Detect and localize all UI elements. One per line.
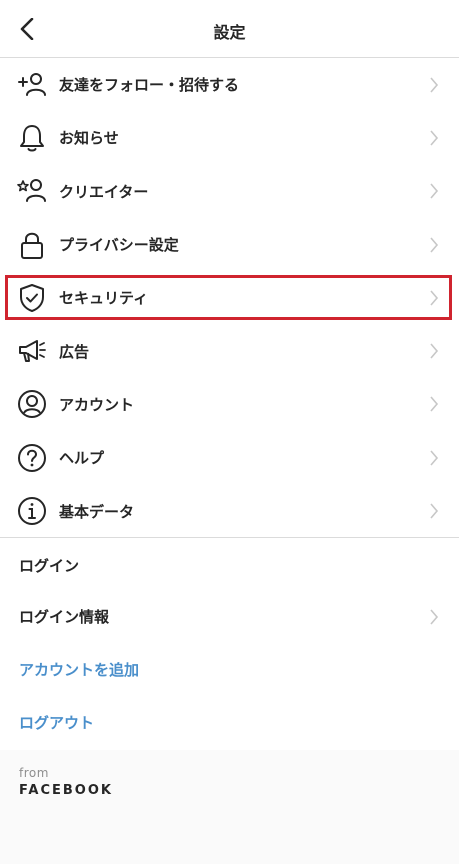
menu-item-label: 友達をフォロー・招待する (59, 76, 240, 95)
login-info-label: ログイン情報 (19, 608, 110, 626)
menu-item-help[interactable]: ヘルプ (0, 431, 459, 484)
menu-item-label: プライバシー設定 (59, 236, 179, 255)
menu-item-label: ヘルプ (59, 449, 105, 468)
login-info-row[interactable]: ログイン情報 (0, 591, 459, 644)
chevron-right-icon (430, 343, 439, 359)
chevron-right-icon (430, 130, 439, 146)
chevron-right-icon (430, 237, 439, 253)
creator-icon (17, 176, 47, 206)
add-account-label: アカウントを追加 (19, 661, 140, 679)
menu-item-label: 広告 (59, 342, 90, 361)
chevron-right-icon (430, 77, 439, 93)
menu-item-privacy[interactable]: プライバシー設定 (0, 218, 459, 271)
chevron-right-icon (430, 290, 439, 306)
chevron-right-icon (430, 503, 439, 519)
chevron-right-icon (430, 609, 439, 625)
chevron-right-icon (430, 396, 439, 412)
footer: from FACEBOOK (0, 750, 459, 864)
menu-item-label: 基本データ (59, 502, 135, 521)
from-label: from (19, 766, 49, 780)
menu-item-label: アカウント (59, 395, 135, 414)
chevron-right-icon (430, 450, 439, 466)
menu-item-security[interactable]: セキュリティ (0, 271, 459, 324)
chevron-right-icon (430, 183, 439, 199)
menu-item-notifications[interactable]: お知らせ (0, 111, 459, 164)
settings-menu: 友達をフォロー・招待する お知らせ クリエイター プライバシー設定 セキュリティ… (0, 58, 459, 538)
logout-label: ログアウト (19, 714, 95, 732)
menu-item-creator[interactable]: クリエイター (0, 165, 459, 218)
section-divider (0, 537, 459, 538)
menu-item-label: セキュリティ (59, 289, 149, 308)
logout-link[interactable]: ログアウト (0, 697, 459, 750)
menu-item-label: お知らせ (59, 129, 119, 148)
menu-item-about[interactable]: 基本データ (0, 484, 459, 537)
add-account-link[interactable]: アカウントを追加 (0, 644, 459, 697)
page-title: 設定 (213, 23, 246, 42)
login-section-header: ログイン (19, 557, 80, 575)
bell-icon (17, 123, 47, 153)
menu-item-ads[interactable]: 広告 (0, 324, 459, 377)
add-person-icon (17, 70, 47, 100)
megaphone-icon (17, 336, 47, 366)
info-icon (17, 496, 47, 526)
menu-item-follow-invite[interactable]: 友達をフォロー・招待する (0, 58, 459, 111)
account-icon (17, 389, 47, 419)
facebook-brand: FACEBOOK (19, 783, 113, 798)
help-icon (17, 443, 47, 473)
lock-icon (17, 230, 47, 260)
menu-item-label: クリエイター (59, 182, 149, 201)
menu-item-account[interactable]: アカウント (0, 378, 459, 431)
top-bar: 設定 (0, 0, 459, 58)
settings-screen: 設定 友達をフォロー・招待する お知らせ クリエイター プライバシー設定 セキュ… (0, 0, 459, 864)
shield-icon (17, 283, 47, 313)
